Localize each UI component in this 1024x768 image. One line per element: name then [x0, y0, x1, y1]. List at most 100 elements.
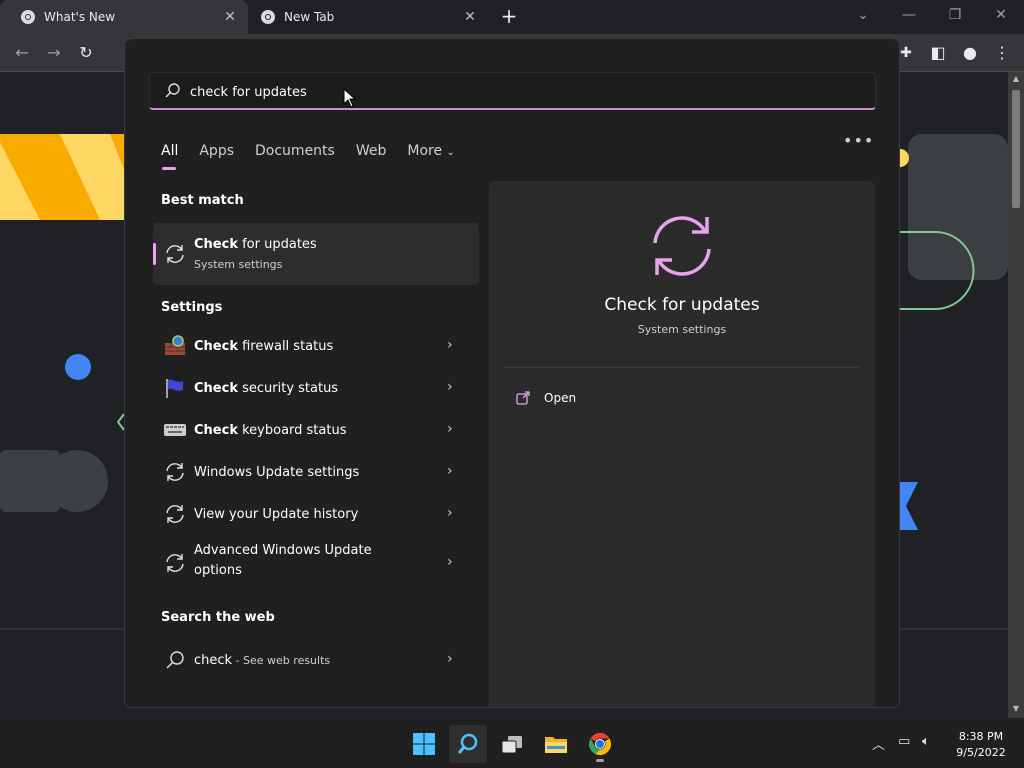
sync-large-icon [653, 216, 711, 276]
keyboard-icon [164, 424, 186, 436]
back-arrow-icon[interactable]: ← [10, 41, 34, 65]
show-hidden-icons-chevron-up-icon[interactable]: ︿ [872, 734, 885, 753]
tab-all[interactable]: All [161, 143, 178, 170]
query-highlight: Check [194, 339, 238, 354]
tab-more[interactable]: More ⌄ [407, 143, 455, 159]
chevron-right-icon: › [447, 421, 453, 437]
tab-close-icon[interactable]: ✕ [460, 9, 480, 25]
tab-apps[interactable]: Apps [199, 143, 234, 159]
page-scrollbar[interactable]: ▲ ▼ [1008, 72, 1024, 718]
result-view-update-history[interactable]: View your Update history › [153, 493, 479, 535]
result-advanced-windows-update-options[interactable]: Advanced Windows Update options › [153, 535, 479, 591]
open-label: Open [544, 391, 577, 405]
chevron-right-icon: › [447, 505, 453, 521]
result-check-keyboard-status[interactable]: Check keyboard status › [153, 409, 479, 451]
sync-icon [166, 463, 184, 481]
web-search-term: check [194, 653, 233, 668]
search-box[interactable] [149, 72, 876, 110]
chrome-taskbar-button[interactable] [581, 725, 619, 763]
close-icon[interactable]: ✕ [978, 4, 1024, 28]
chevron-right-icon: › [447, 337, 453, 353]
chevron-down-icon[interactable]: ⌄ [840, 4, 886, 28]
scroll-down-arrow-icon[interactable]: ▼ [1008, 704, 1024, 713]
result-label: Check firewall status [194, 337, 424, 357]
result-label: Windows Update settings [194, 463, 424, 483]
open-action[interactable]: Open [515, 387, 576, 409]
tab-more-label: More [407, 143, 443, 159]
task-view-button[interactable] [493, 725, 531, 763]
tab-title: New Tab [284, 10, 335, 24]
sync-icon [166, 505, 184, 523]
sync-icon [166, 245, 184, 263]
search-icon [166, 651, 184, 669]
windows-start-button[interactable] [405, 725, 443, 763]
result-web-search[interactable]: check - See web results › [153, 639, 479, 681]
restore-icon[interactable]: ❐ [932, 4, 978, 28]
volume-icon[interactable]: 🔈︎ [922, 734, 930, 749]
best-match-title: Check for updates [194, 237, 317, 252]
clock-date: 9/5/2022 [956, 746, 1006, 759]
chrome-favicon-icon [21, 10, 35, 24]
detail-title: Check for updates [604, 295, 760, 315]
start-search-flyout: All Apps Documents Web More ⌄ ••• Best m… [124, 38, 900, 708]
tab-documents[interactable]: Documents [255, 143, 335, 159]
search-filter-tabs: All Apps Documents Web More ⌄ [161, 136, 476, 170]
chrome-icon [588, 733, 612, 756]
query-highlight: Check [194, 423, 238, 438]
new-tab-button[interactable]: + [497, 5, 521, 29]
forward-arrow-icon[interactable]: → [42, 41, 66, 65]
menu-kebab-icon[interactable]: ⋮ [990, 41, 1014, 65]
profile-avatar-icon[interactable]: ● [958, 41, 982, 65]
system-clock[interactable]: 8:38 PM 9/5/2022 [946, 729, 1016, 761]
file-explorer-button[interactable] [537, 725, 575, 763]
tab-close-icon[interactable]: ✕ [220, 9, 240, 25]
chevron-right-icon: › [447, 463, 453, 479]
result-label-rest: firewall status [237, 339, 334, 354]
search-input[interactable] [190, 79, 790, 105]
chevron-down-icon: ⌄ [446, 147, 455, 158]
firewall-icon [165, 335, 185, 355]
chrome-favicon-icon [261, 10, 275, 24]
best-match-title-rest: for updates [237, 237, 317, 252]
result-label: Advanced Windows Update options [194, 541, 394, 581]
best-match-subtitle: System settings [194, 258, 283, 271]
taskbar: ︿ ▭ 🔈︎ 8:38 PM 9/5/2022 [0, 718, 1024, 768]
result-check-firewall-status[interactable]: Check firewall status › [153, 325, 479, 367]
reload-icon[interactable]: ↻ [74, 41, 98, 65]
web-search-suffix: - See web results [232, 654, 331, 667]
chevron-right-icon: › [447, 554, 453, 570]
result-label: Check security status [194, 379, 424, 399]
result-label: check - See web results [194, 651, 424, 671]
scroll-up-arrow-icon[interactable]: ▲ [1008, 74, 1024, 83]
result-label-rest: keyboard status [237, 423, 347, 438]
result-label-rest: Windows Update settings [194, 465, 360, 480]
best-match-item[interactable]: Check for updates System settings [153, 223, 479, 285]
search-web-header: Search the web [161, 610, 275, 625]
tab-whats-new[interactable]: What's New ✕ [0, 0, 248, 34]
mouse-pointer-icon [343, 88, 357, 108]
search-icon [457, 733, 478, 754]
result-windows-update-settings[interactable]: Windows Update settings › [153, 451, 479, 493]
windows-start-icon [413, 733, 435, 755]
side-panel-icon[interactable]: ◧ [926, 41, 950, 65]
tab-new-tab[interactable]: New Tab ✕ [248, 0, 488, 34]
open-external-icon [516, 391, 530, 405]
best-match-header: Best match [161, 193, 244, 208]
query-highlight: Check [194, 237, 238, 252]
minimize-icon[interactable]: — [886, 4, 932, 28]
network-icon[interactable]: ▭ [898, 734, 910, 749]
taskbar-search-button[interactable] [449, 725, 487, 763]
result-label-rest: Advanced Windows Update options [194, 543, 372, 578]
chevron-right-icon: › [447, 379, 453, 395]
clock-time: 8:38 PM [958, 730, 1004, 743]
file-explorer-icon [545, 737, 567, 753]
tab-web[interactable]: Web [356, 143, 387, 159]
tab-title: What's New [44, 10, 116, 24]
scrollbar-thumb[interactable] [1012, 90, 1020, 208]
result-label: View your Update history [194, 505, 424, 525]
more-options-icon[interactable]: ••• [843, 131, 874, 150]
settings-header: Settings [161, 300, 223, 315]
running-indicator [596, 759, 604, 762]
result-check-security-status[interactable]: Check security status › [153, 367, 479, 409]
result-label-rest: View your Update history [194, 507, 359, 522]
